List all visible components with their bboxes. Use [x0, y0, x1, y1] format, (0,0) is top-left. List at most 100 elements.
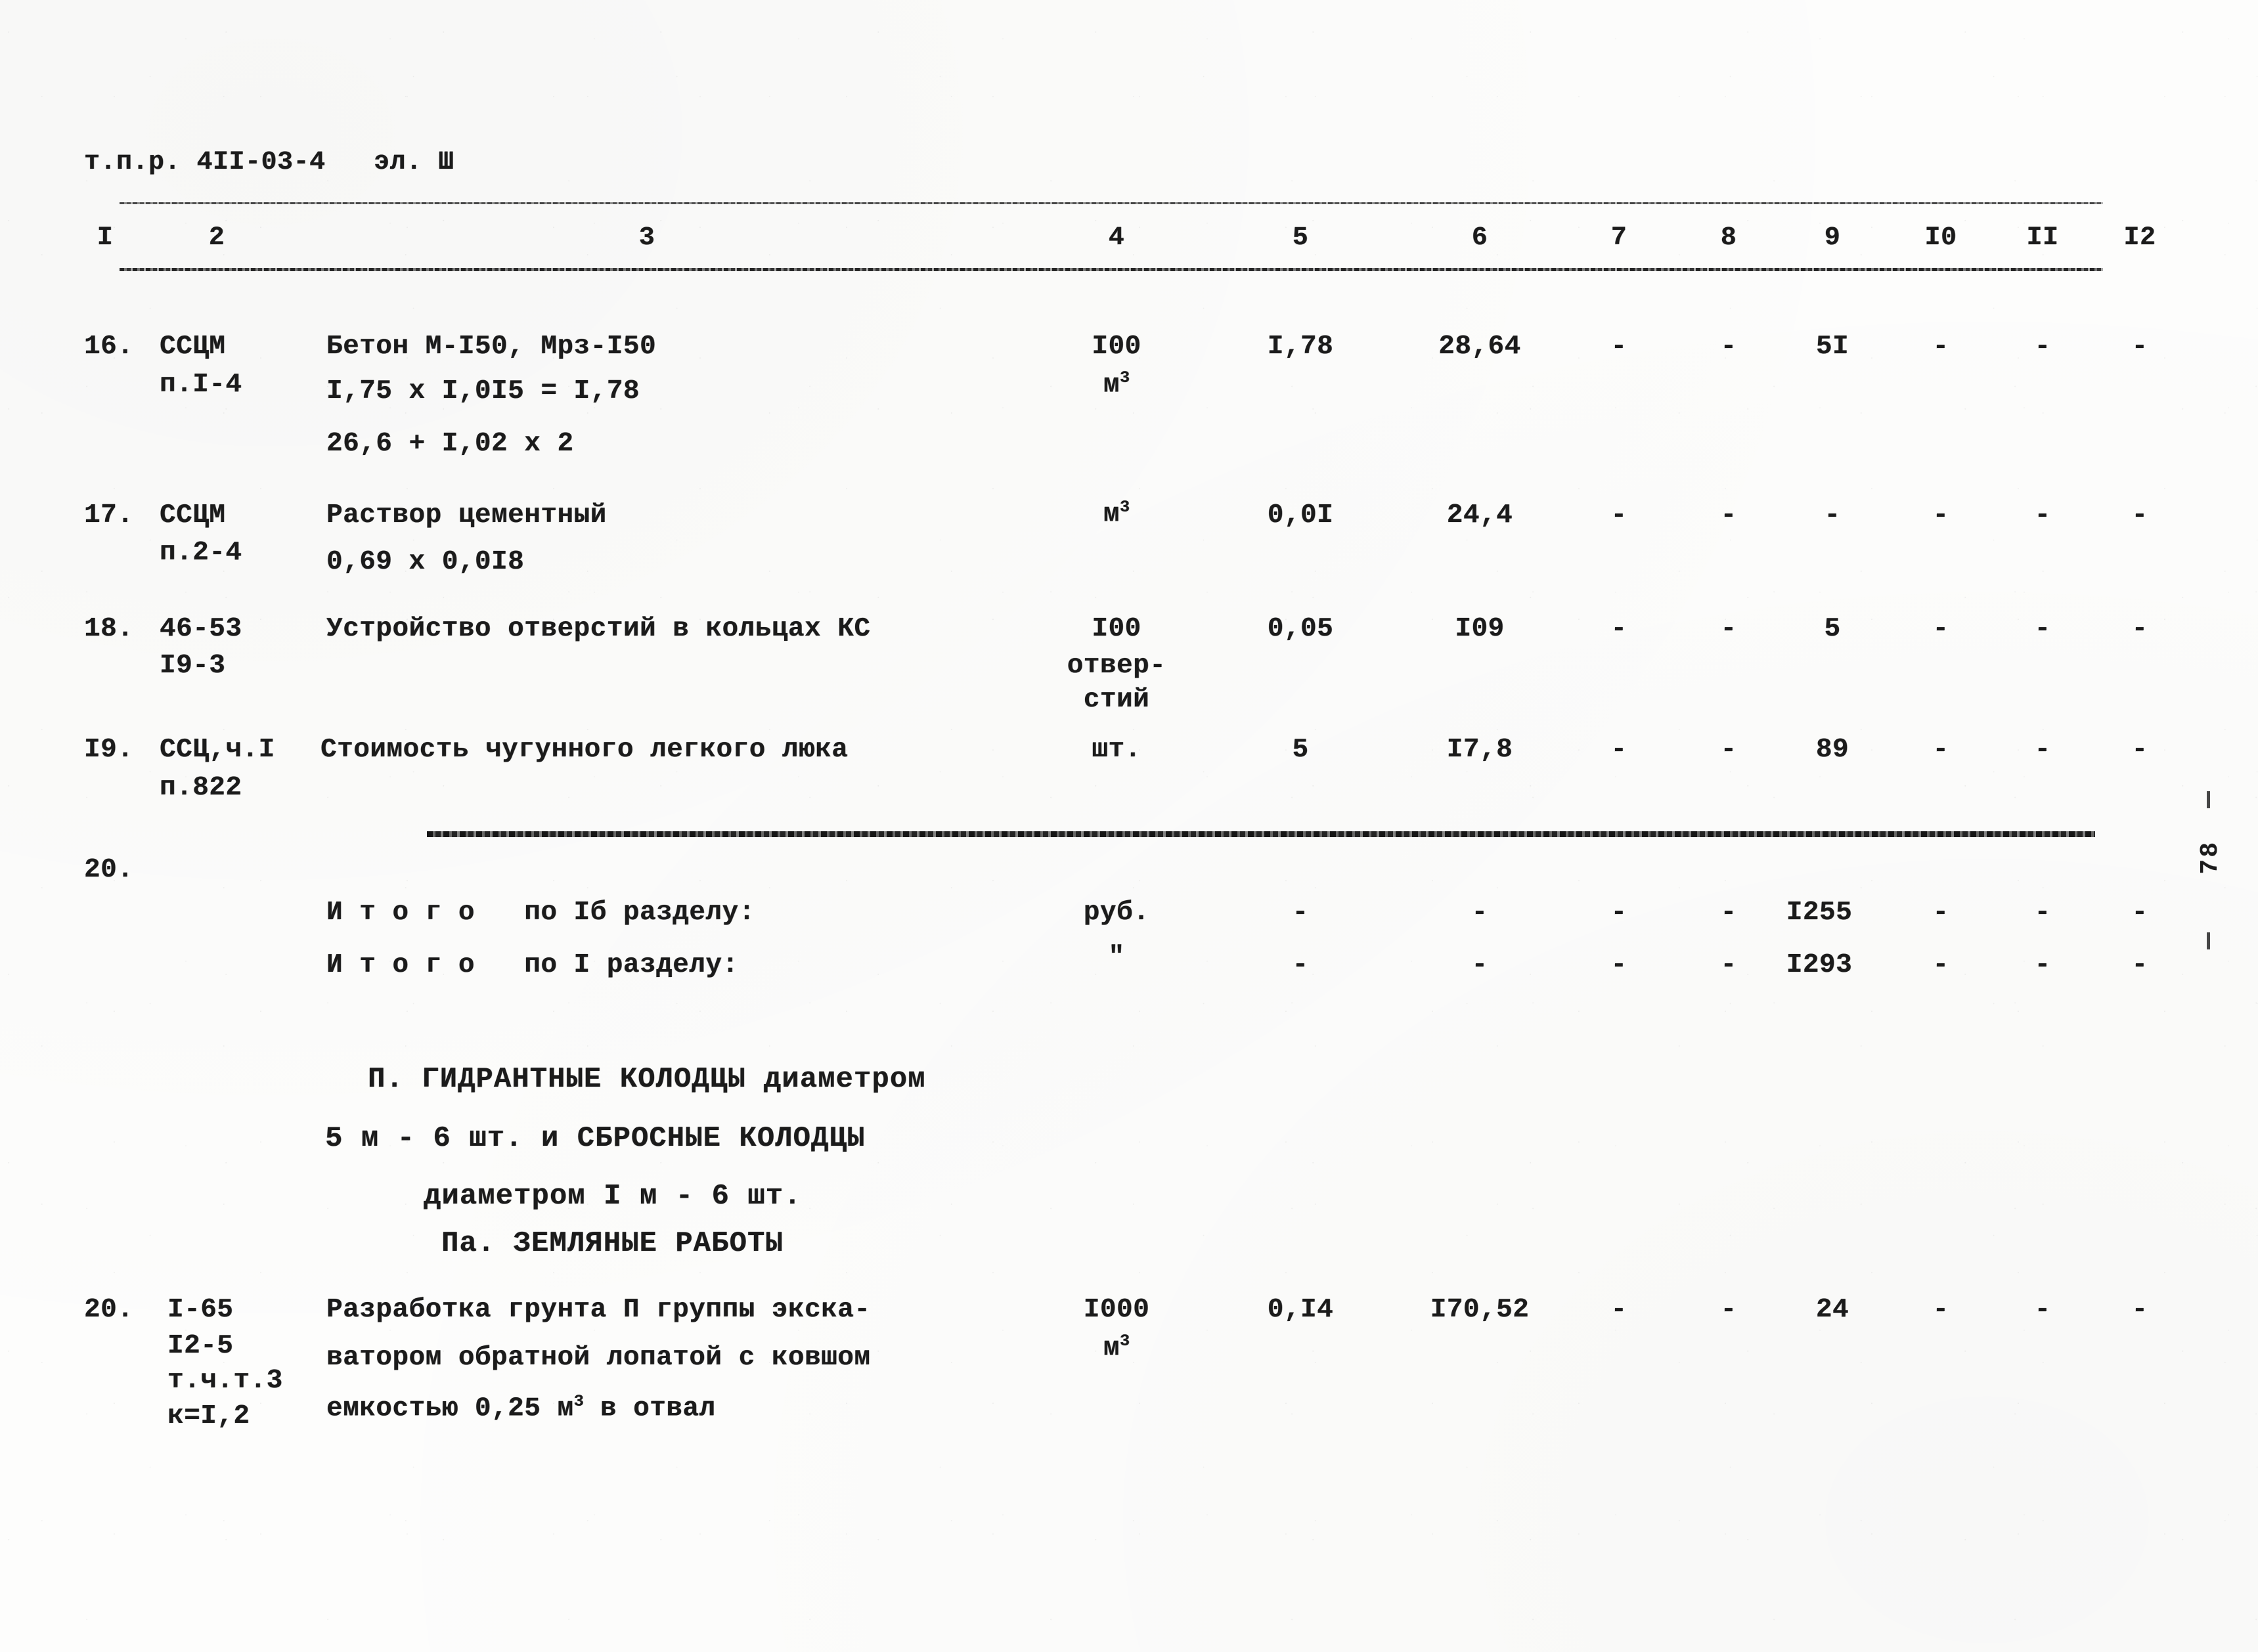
row-number: 20.	[84, 1295, 134, 1325]
row-col7: -	[1610, 500, 1627, 531]
row-quantity: I,78	[1267, 332, 1334, 362]
row-description-line: 26,6 + I,02 х 2	[326, 429, 574, 459]
row-code-line: ССЦМ	[160, 500, 226, 531]
total-col8: -	[1720, 950, 1737, 980]
row-unit-line: м3	[1103, 368, 1130, 401]
row-code-line: I-65	[167, 1295, 234, 1325]
row-number: 18.	[84, 614, 134, 644]
section-heading-line: 5 м - 6 шт. и СБРОСНЫЕ КОЛОДЦЫ	[325, 1122, 866, 1155]
column-number-2: 2	[208, 223, 225, 253]
row-col9: 5I	[1815, 332, 1849, 362]
row-quantity: 0,I4	[1267, 1295, 1334, 1325]
row-col8: -	[1720, 735, 1737, 765]
row-code-line: п.I-4	[160, 370, 242, 400]
row-col12: -	[2131, 332, 2148, 362]
row-col7: -	[1610, 614, 1627, 644]
row-unit-line: м3	[1103, 498, 1130, 530]
row-code-line: т.ч.т.3	[167, 1366, 283, 1396]
row-col10: -	[1932, 1295, 1949, 1325]
row-unit-line: I00	[1092, 614, 1141, 644]
section-heading-line: П. ГИДРАНТНЫЕ КОЛОДЦЫ диаметром	[368, 1063, 926, 1096]
row-code-line: I2-5	[167, 1331, 234, 1361]
row-code-line: 46-53	[160, 614, 242, 644]
row-col9: 5	[1824, 614, 1841, 644]
row-code-line: к=I,2	[167, 1401, 250, 1431]
total-col7: -	[1610, 898, 1627, 928]
margin-tick-bottom	[2207, 932, 2210, 949]
total-col5: -	[1292, 898, 1309, 928]
row-quantity: 0,0I	[1267, 500, 1334, 531]
page-number: 78	[2196, 840, 2225, 875]
row-number: 17.	[84, 500, 134, 531]
row-unit-line: стий	[1083, 685, 1150, 715]
row-description-line: Разработка грунта П группы экска-	[326, 1295, 871, 1325]
row-col8: -	[1720, 332, 1737, 362]
row-col9: 24	[1815, 1295, 1849, 1325]
total-col12: -	[2131, 898, 2148, 928]
row-unit-line: шт.	[1092, 735, 1141, 765]
row-price: 24,4	[1446, 500, 1513, 531]
column-number-9: 9	[1824, 223, 1841, 253]
row-description-line: I,75 х I,0I5 = I,78	[326, 376, 640, 406]
total-label: И т о г о по Iб разделу:	[326, 898, 755, 928]
row-price: 28,64	[1438, 332, 1521, 362]
total-col11: -	[2034, 898, 2051, 928]
column-number-7: 7	[1610, 223, 1627, 253]
row-unit-line: I000	[1083, 1295, 1150, 1325]
row-description-line: ватором обратной лопатой с ковшом	[326, 1343, 871, 1373]
row-price: I70,52	[1430, 1295, 1530, 1325]
row-code-line: п.2-4	[160, 538, 242, 568]
row-description-line: емкостью 0,25 м3 в отвал	[326, 1392, 716, 1424]
total-unit: руб.	[1083, 898, 1150, 928]
column-number-3: 3	[638, 223, 655, 253]
row-col10: -	[1932, 614, 1949, 644]
row-col11: -	[2034, 332, 2051, 362]
row-col7: -	[1610, 1295, 1627, 1325]
total-col7: -	[1610, 950, 1627, 980]
row20-marker: 20.	[84, 855, 134, 885]
row-price: I09	[1455, 614, 1505, 644]
total-col10: -	[1932, 898, 1949, 928]
total-col9: I255	[1786, 898, 1853, 928]
total-col12: -	[2131, 950, 2148, 980]
row-col8: -	[1720, 1295, 1737, 1325]
row-col12: -	[2131, 735, 2148, 765]
column-header-rule	[120, 268, 2103, 271]
column-number-6: 6	[1471, 223, 1488, 253]
row-description-line: Бетон М-I50, Мрз-I50	[326, 332, 657, 362]
row-col8: -	[1720, 500, 1737, 531]
row-unit-line: отвер-	[1067, 651, 1166, 681]
row-col8: -	[1720, 614, 1737, 644]
column-number-12: I2	[2123, 223, 2156, 253]
column-number-8: 8	[1720, 223, 1737, 253]
row-col9: 89	[1815, 735, 1849, 765]
row-description-line: Стоимость чугунного легкого люка	[321, 735, 849, 765]
scanned-page: т.п.р. 4II-03-4 эл. Ш I 2 3 4 5 6 7 8 9 …	[0, 0, 2258, 1652]
row-code-line: п.822	[160, 773, 242, 803]
column-number-5: 5	[1292, 223, 1309, 253]
row-col9: -	[1824, 500, 1841, 531]
row-price: I7,8	[1446, 735, 1513, 765]
row-col10: -	[1932, 332, 1949, 362]
column-number-4: 4	[1108, 223, 1125, 253]
row-description-line: Раствор цементный	[326, 500, 607, 531]
row-code-line: ССЦ,ч.I	[160, 735, 275, 765]
document-header-code: т.п.р. 4II-03-4 эл. Ш	[84, 148, 454, 177]
row-col11: -	[2034, 1295, 2051, 1325]
total-col10: -	[1932, 950, 1949, 980]
row-number: 16.	[84, 332, 134, 362]
row-col12: -	[2131, 1295, 2148, 1325]
total-col8: -	[1720, 898, 1737, 928]
row-col11: -	[2034, 614, 2051, 644]
total-col6: -	[1471, 950, 1488, 980]
row-col10: -	[1932, 735, 1949, 765]
row-description-line: 0,69 х 0,0I8	[326, 547, 525, 577]
section-heading-line: диаметром I м - 6 шт.	[424, 1180, 802, 1213]
row-code-line: ССЦМ	[160, 332, 226, 362]
row-col11: -	[2034, 500, 2051, 531]
margin-tick-top	[2207, 791, 2210, 808]
row-code-line: I9-3	[160, 651, 226, 681]
row-col11: -	[2034, 735, 2051, 765]
column-number-11: II	[2026, 223, 2059, 253]
total-col5: -	[1292, 950, 1309, 980]
